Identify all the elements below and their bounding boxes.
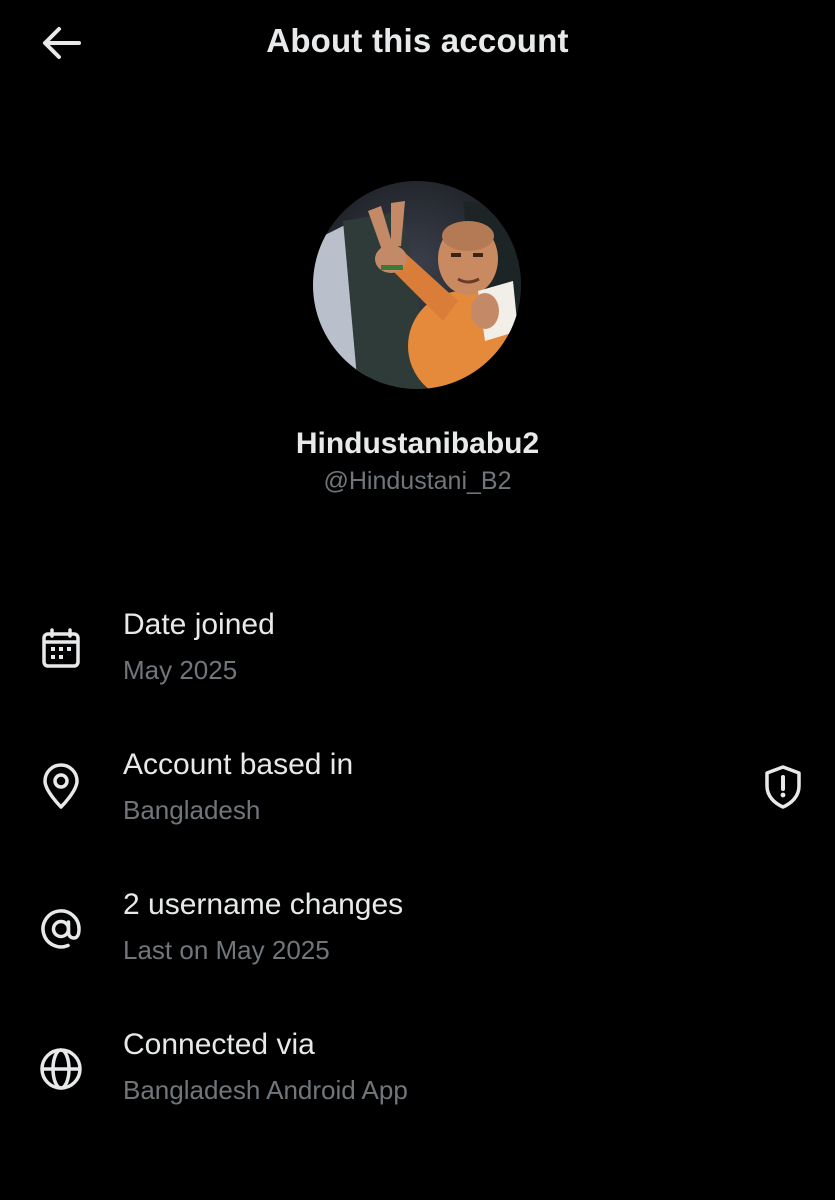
display-name: Hindustanibabu2 — [295, 427, 540, 460]
shield-alert-button[interactable] — [758, 762, 808, 812]
top-bar: About this account — [0, 0, 835, 86]
location-pin-icon — [36, 762, 86, 812]
info-row-connected-via: Connected via Bangladesh Android App — [0, 1020, 835, 1130]
avatar[interactable] — [313, 181, 521, 389]
globe-icon — [36, 1044, 86, 1094]
row-value: Last on May 2025 — [123, 935, 330, 965]
page-title: About this account — [266, 22, 569, 59]
calendar-icon — [36, 624, 86, 674]
row-value: May 2025 — [123, 655, 238, 685]
row-label: 2 username changes — [123, 888, 404, 921]
row-label: Account based in — [123, 748, 354, 781]
at-sign-icon — [36, 904, 86, 954]
row-label: Connected via — [123, 1028, 315, 1061]
row-label: Date joined — [123, 608, 275, 641]
info-row-date-joined: Date joined May 2025 — [0, 600, 835, 710]
user-handle: @Hindustani_B2 — [323, 467, 512, 495]
shield-alert-icon — [765, 765, 801, 809]
row-value: Bangladesh Android App — [123, 1075, 408, 1105]
info-row-account-based-in: Account based in Bangladesh — [0, 740, 835, 850]
info-row-username-changes: 2 username changes Last on May 2025 — [0, 880, 835, 990]
row-value: Bangladesh — [123, 795, 261, 825]
